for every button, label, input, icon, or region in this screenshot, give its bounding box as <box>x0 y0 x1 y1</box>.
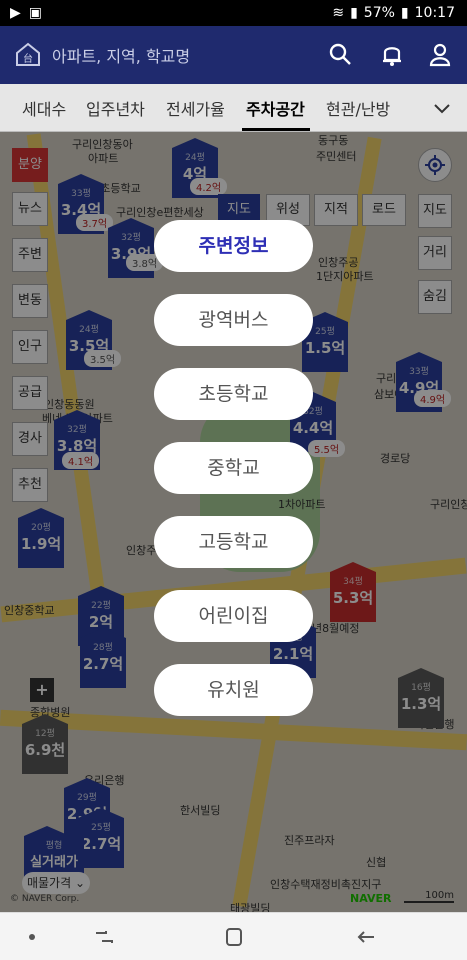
active-tab-indicator <box>242 128 310 131</box>
menu-middle-school[interactable]: 중학교 <box>154 442 313 494</box>
menu-high-school[interactable]: 고등학교 <box>154 516 313 568</box>
menu-express-bus[interactable]: 광역버스 <box>154 294 313 346</box>
tab-households[interactable]: 세대수 <box>22 96 66 120</box>
clock: 10:17 <box>414 5 455 21</box>
signal-icon: ▮ <box>350 5 358 21</box>
system-nav-bar <box>0 912 467 960</box>
image-icon: ▣ <box>28 5 43 21</box>
tab-entrance-heating[interactable]: 현관/난방 <box>326 96 390 120</box>
svg-text:台: 台 <box>23 52 33 65</box>
filter-tabs: 세대수 입주년차 전세가율 주차공간 현관/난방 <box>0 84 467 132</box>
status-bar: ▶ ▣ ≋ ▮ 57% ▮ 10:17 <box>0 0 467 26</box>
chevron-down-icon[interactable] <box>432 98 452 118</box>
home-button-icon[interactable] <box>222 925 246 949</box>
battery-percent: 57% <box>363 5 395 21</box>
menu-kindergarten[interactable]: 유치원 <box>154 664 313 716</box>
wifi-icon: ≋ <box>332 5 345 21</box>
search-input[interactable]: 아파트, 지역, 학교명 <box>52 43 190 67</box>
dot-icon[interactable] <box>20 925 44 949</box>
tab-parking[interactable]: 주차공간 <box>246 96 305 120</box>
menu-daycare[interactable]: 어린이집 <box>154 590 313 642</box>
bell-icon[interactable] <box>378 40 406 68</box>
tab-move-in-year[interactable]: 입주년차 <box>86 96 145 120</box>
home-logo-icon[interactable]: 台 <box>14 40 42 68</box>
back-arrow-icon[interactable] <box>354 925 378 949</box>
map-view[interactable]: 구리인창동아 아파트 구리인창e편한세상 인창초등학교 동구동 주민센터 인창주… <box>0 132 467 912</box>
menu-nearby-info[interactable]: 주변정보 <box>154 220 313 272</box>
user-icon[interactable] <box>426 40 454 68</box>
notification-icon: ▶ <box>10 5 21 21</box>
tab-jeonse-ratio[interactable]: 전세가율 <box>166 96 225 120</box>
recent-apps-icon[interactable] <box>92 925 116 949</box>
search-icon[interactable] <box>326 40 354 68</box>
menu-elementary-school[interactable]: 초등학교 <box>154 368 313 420</box>
app-bar: 台 아파트, 지역, 학교명 <box>0 26 467 84</box>
battery-icon: ▮ <box>400 5 409 21</box>
